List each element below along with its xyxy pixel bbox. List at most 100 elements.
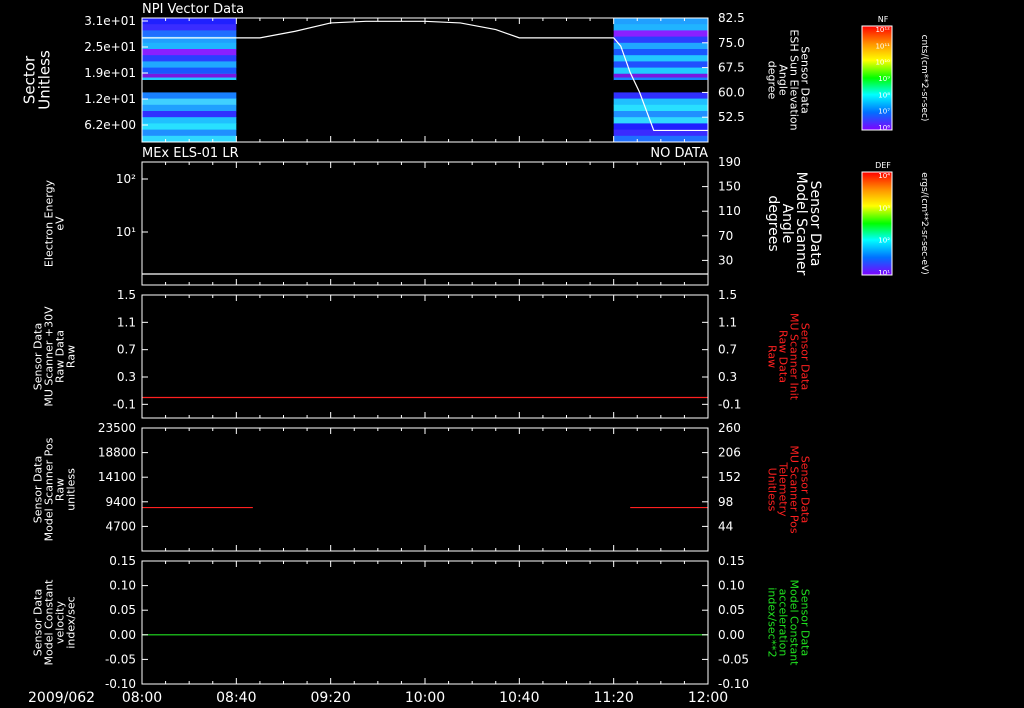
y-tick-label: 1.2e+01 <box>84 92 136 106</box>
spectrogram-band <box>613 104 708 112</box>
y2-tick-label: 152 <box>718 470 741 484</box>
y2-axis-label: Sensor DataModel ScannerAngledegrees <box>765 172 823 276</box>
y-tick-label: 3.1e+01 <box>84 14 136 28</box>
spectrogram-band <box>613 111 708 118</box>
y2-tick-label: 206 <box>718 446 741 460</box>
spectrogram-band <box>613 36 708 44</box>
y-tick-label: -0.1 <box>113 397 136 411</box>
panel-title: NPI Vector Data <box>142 2 244 17</box>
y-tick-label: 10¹ <box>116 225 136 239</box>
y-axis-label-line: Unitless <box>36 50 54 110</box>
panel-frame <box>141 427 709 552</box>
spectrogram-layer <box>142 18 708 143</box>
y-axis-label: Sensor DataMU Scanner +30VRaw DataRaw <box>32 306 78 407</box>
panel-frame <box>141 560 709 685</box>
panel-status: NO DATA <box>650 146 708 161</box>
colorbar-tick: 10¹² <box>875 26 890 34</box>
colorbar-title: DEF <box>875 161 891 170</box>
panel-frame <box>141 161 709 286</box>
y-tick-label: 0.05 <box>109 603 136 617</box>
y2-tick-label: -0.05 <box>718 652 749 666</box>
colorbar-tick: 10⁸ <box>878 91 890 99</box>
y-tick-label: 0.10 <box>109 579 136 593</box>
y-tick-label: 14100 <box>98 470 136 484</box>
spectrogram-band <box>142 42 237 50</box>
y2-tick-label: 0.3 <box>718 370 737 384</box>
y2-tick-label: 1.5 <box>718 288 737 302</box>
spectrogram-band <box>613 117 708 124</box>
y-tick-label: 0.15 <box>109 554 136 568</box>
y2-tick-label: -0.1 <box>718 397 741 411</box>
y-tick-label: 0.7 <box>117 343 136 357</box>
spectrogram-band <box>613 30 708 38</box>
spectrogram-band <box>613 55 708 62</box>
y-axis-label: Sensor DataModel Scanner PosRawunitless <box>32 437 78 541</box>
colorbar-tick: 10¹⁰ <box>875 59 890 67</box>
colorbar-tick: 10⁴ <box>878 172 890 180</box>
y-axis-label: Electron EnergyeV <box>43 179 67 267</box>
spectrogram-band <box>142 67 237 75</box>
y-tick-label: 1.5 <box>117 288 136 302</box>
y2-tick-label: 260 <box>718 421 741 435</box>
colorbars-layer: NF 10¹² 10¹¹ 10¹⁰ 10⁹ 10⁸ 10⁷ 10⁶ cnts/(cm**2-sr… <box>861 15 929 277</box>
y2-tick-label: 0.00 <box>718 628 745 642</box>
spectrogram-band <box>142 61 237 69</box>
spectrogram-band <box>613 92 708 100</box>
spectrogram-band <box>142 104 237 112</box>
spectrogram-band <box>142 98 237 106</box>
y-tick-label: 23500 <box>98 421 136 435</box>
spectrogram-band <box>613 49 708 56</box>
y-tick-label: 4700 <box>105 519 136 533</box>
date-label: 2009/062 <box>28 690 95 706</box>
spectrogram-band <box>142 30 237 38</box>
colorbar-tick: 10⁶ <box>878 124 890 132</box>
y2-axis-label-line: Raw <box>766 345 779 368</box>
x-tick-label: 10:40 <box>499 690 539 706</box>
y2-axis-label-line: degrees <box>765 195 781 251</box>
y-axis-label-line: unitless <box>65 468 78 511</box>
y2-tick-label: 0.05 <box>718 603 745 617</box>
y-tick-label: 18800 <box>98 446 136 460</box>
y-tick-label: 0.3 <box>117 370 136 384</box>
y2-axis-label-line: Unitless <box>766 468 779 512</box>
y2-axis-label-line: index/sec**2 <box>766 587 779 657</box>
y2-tick-label: 0.10 <box>718 579 745 593</box>
y2-tick-label: 70 <box>718 229 733 243</box>
spectrogram-band <box>142 117 237 124</box>
x-tick-label: 08:40 <box>216 690 256 706</box>
y2-tick-label: 98 <box>718 495 733 509</box>
spectrogram-band <box>142 92 237 100</box>
y-tick-label: 9400 <box>105 495 136 509</box>
y-tick-label: 1.9e+01 <box>84 66 136 80</box>
spectrogram-band <box>142 55 237 62</box>
spectrogram-band <box>613 80 708 87</box>
y-tick-label: -0.05 <box>105 652 136 666</box>
y-tick-label: 1.1 <box>117 315 136 329</box>
spectrogram-band <box>142 129 237 137</box>
y2-tick-label: 44 <box>718 519 733 533</box>
colorbar-tick: 10⁹ <box>878 75 890 83</box>
panel-frame <box>141 294 709 419</box>
colorbar <box>861 171 893 276</box>
y2-tick-label: 190 <box>718 155 741 169</box>
x-tick-label: 12:00 <box>688 690 728 706</box>
spectrogram-band <box>142 49 237 56</box>
y-axis-label: Sensor DataModel Constantvelocityindex/s… <box>32 579 78 666</box>
spectrogram-band <box>613 73 708 78</box>
spectrogram-band <box>613 123 708 131</box>
y2-tick-label: 30 <box>718 253 733 267</box>
spectrogram-band <box>142 86 237 93</box>
spectrogram-band <box>142 24 237 31</box>
colorbar-title: NF <box>878 15 889 24</box>
colorbar-tick: 10² <box>878 237 890 245</box>
y2-tick-label: 52.5 <box>718 110 745 124</box>
y2-tick-label: 67.5 <box>718 61 745 75</box>
y-axis-label-line: index/sec <box>65 596 78 648</box>
colorbar-tick: 10⁷ <box>878 108 890 116</box>
y2-tick-label: 110 <box>718 204 741 218</box>
spectrogram-band <box>142 123 237 131</box>
y-tick-label: 0.00 <box>109 628 136 642</box>
spectrogram-band <box>613 42 708 50</box>
y2-axis-label-line: degree <box>766 61 779 100</box>
y2-tick-label: 0.15 <box>718 554 745 568</box>
